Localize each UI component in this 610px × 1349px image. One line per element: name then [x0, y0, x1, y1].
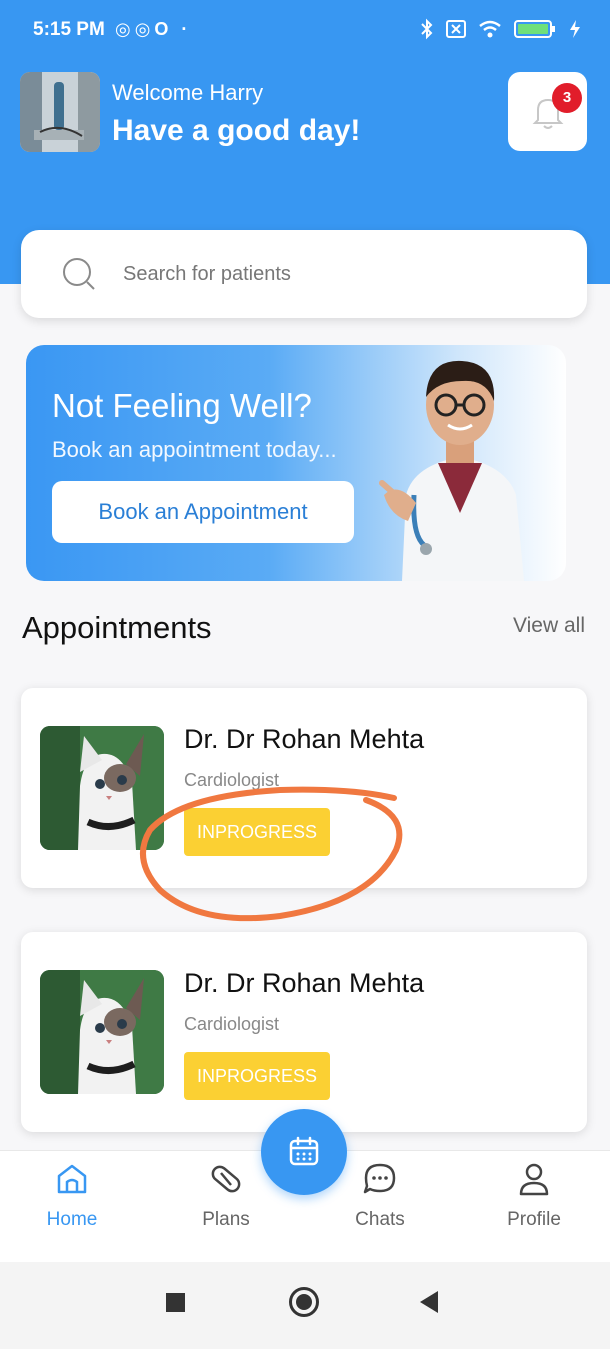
home-icon — [57, 1164, 87, 1194]
book-appointment-fab[interactable] — [261, 1109, 347, 1195]
sim-icon — [446, 20, 466, 38]
banner-title: Not Feeling Well? — [52, 387, 312, 424]
cat-photo — [40, 970, 164, 1094]
nav-profile[interactable]: Profile — [474, 1161, 594, 1231]
banner-subtitle: Book an appointment today... — [52, 437, 337, 462]
nav-label: Chats — [355, 1209, 405, 1230]
book-appointment-button[interactable]: Book an Appointment — [52, 481, 354, 543]
greeting-text: Have a good day! — [112, 114, 361, 147]
status-badge: INPROGRESS — [184, 1052, 330, 1100]
home-button[interactable] — [289, 1287, 319, 1317]
doctor-specialty: Cardiologist — [184, 1014, 280, 1034]
user-icon — [519, 1163, 549, 1196]
doctor-name: Dr. Dr Rohan Mehta — [184, 724, 425, 754]
view-all-link[interactable]: View all — [513, 614, 585, 638]
appointments-title: Appointments — [22, 610, 212, 645]
promo-banner: Not Feeling Well? Book an appointment to… — [26, 345, 566, 581]
nav-home[interactable]: Home — [12, 1161, 132, 1231]
recents-button[interactable] — [166, 1293, 185, 1312]
status-bar: 5:15 PM ◎◎O · — [0, 0, 610, 62]
chat-icon — [363, 1163, 396, 1194]
search-icon — [63, 258, 95, 290]
nav-label: Plans — [202, 1209, 250, 1230]
welcome-text: Welcome Harry — [112, 80, 264, 105]
status-time: 5:15 PM — [33, 19, 105, 40]
annotation-circle — [140, 786, 403, 922]
calendar-icon — [289, 1136, 319, 1166]
battery-icon — [514, 20, 555, 38]
search-bar[interactable] — [21, 230, 587, 318]
avatar-photo — [20, 72, 100, 152]
status-right-icons — [420, 18, 580, 40]
user-avatar[interactable] — [20, 72, 100, 152]
nav-label: Home — [46, 1209, 98, 1230]
doctor-photo — [40, 970, 164, 1094]
bluetooth-icon — [421, 18, 433, 40]
appointment-card[interactable]: Dr. Dr Rohan Mehta Cardiologist INPROGRE… — [21, 932, 587, 1132]
pill-icon — [211, 1165, 241, 1193]
back-button[interactable] — [420, 1291, 438, 1313]
status-notification-icons: ◎◎O · — [115, 19, 192, 39]
search-input[interactable] — [123, 260, 543, 288]
doctor-name: Dr. Dr Rohan Mehta — [184, 968, 425, 998]
doctor-illustration — [379, 360, 524, 581]
system-navigation-bar — [0, 1262, 610, 1349]
charging-icon — [570, 20, 580, 38]
wifi-icon — [479, 20, 501, 38]
nav-label: Profile — [507, 1209, 561, 1230]
notification-badge: 3 — [552, 83, 582, 113]
notification-button[interactable] — [508, 72, 587, 151]
